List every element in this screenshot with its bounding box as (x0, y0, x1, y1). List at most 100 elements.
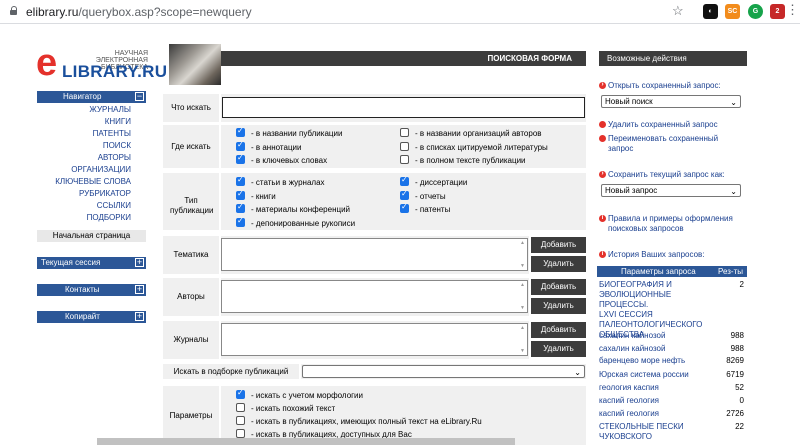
copyright-header[interactable]: Копирайт + (37, 311, 146, 323)
chevron-down-icon: ⌄ (730, 98, 737, 107)
where-fulltext-label: - в полном тексте публикации (415, 156, 526, 165)
what-input[interactable] (222, 97, 585, 118)
contacts-header[interactable]: Контакты + (37, 284, 146, 296)
nav-rubricator[interactable]: РУБРИКАТОР (37, 188, 131, 200)
where-refs-checkbox[interactable] (400, 142, 409, 151)
saved-query-select[interactable]: Новый поиск ⌄ (601, 95, 741, 108)
horizontal-scrollbar[interactable] (97, 438, 515, 445)
nav-keywords[interactable]: КЛЮЧЕВЫЕ СЛОВА (37, 176, 131, 188)
nav-organizations[interactable]: ОРГАНИЗАЦИИ (37, 164, 131, 176)
scrollbar[interactable] (520, 325, 526, 354)
session-header[interactable]: Текущая сессия + (37, 257, 146, 269)
extension-shield-icon[interactable]: 2 (770, 4, 785, 19)
params-label: Параметры (163, 386, 219, 445)
type-articles-label: - статьи в журналах (251, 178, 325, 187)
nav-authors[interactable]: АВТОРЫ (37, 152, 131, 164)
browser-menu-icon[interactable]: ⋮ (786, 2, 799, 18)
lock-icon[interactable] (10, 6, 18, 16)
header-photo (169, 44, 221, 85)
params-similar-checkbox[interactable] (236, 403, 245, 412)
type-label: Тип публикации (163, 173, 219, 230)
bookmark-star-icon[interactable]: ☆ (672, 3, 684, 19)
where-abstract-checkbox[interactable] (236, 140, 245, 151)
type-conferences-checkbox[interactable] (236, 202, 245, 213)
journals-row (221, 321, 529, 359)
params-fulltext-checkbox[interactable] (236, 416, 245, 425)
open-saved-link[interactable]: Открыть сохраненный запрос: (599, 81, 721, 91)
where-abstract-label: - в аннотации (251, 143, 302, 152)
rename-saved-link[interactable]: Переименовать сохраненный запрос (598, 134, 718, 154)
where-orgs-checkbox[interactable] (400, 128, 409, 137)
journals-add-button[interactable]: Добавить (531, 322, 586, 338)
journals-remove-button[interactable]: Удалить (531, 341, 586, 357)
journals-label: Журналы (163, 321, 219, 359)
params-available-checkbox[interactable] (236, 429, 245, 438)
type-conferences-label: - материалы конференций (251, 205, 351, 214)
form-title: ПОИСКОВАЯ ФОРМА (221, 51, 586, 66)
extension-1-icon[interactable]: ◐ (703, 4, 718, 19)
type-dissertations-label: - диссертации (415, 178, 468, 187)
topic-textarea[interactable] (221, 238, 528, 271)
grammarly-icon[interactable]: G (748, 4, 763, 19)
type-manuscripts-checkbox[interactable] (236, 216, 245, 227)
scrollbar[interactable] (520, 282, 526, 311)
address-bar[interactable]: elibrary.ru/querybox.asp?scope=newquery (26, 5, 252, 19)
nav-patents[interactable]: ПАТЕНТЫ (37, 128, 131, 140)
what-row (221, 94, 586, 122)
history-table-header: Параметры запроса Рез-ты (597, 266, 747, 277)
chevron-down-icon: ⌄ (730, 187, 737, 196)
logo-letter: e (36, 42, 58, 84)
where-orgs-label: - в названии организаций авторов (415, 129, 542, 138)
topic-remove-button[interactable]: Удалить (531, 256, 586, 272)
delete-saved-link[interactable]: Удалить сохраненный запрос (599, 120, 718, 130)
where-keywords-checkbox[interactable] (236, 153, 245, 164)
nav-books[interactable]: КНИГИ (37, 116, 131, 128)
type-articles-checkbox[interactable] (236, 175, 245, 186)
authors-textarea[interactable] (221, 280, 528, 313)
params-morphology-checkbox[interactable] (236, 388, 245, 399)
collapse-icon[interactable]: − (135, 92, 144, 101)
rules-link[interactable]: Правила и примеры оформленияпоисковых за… (599, 214, 733, 234)
nav-links[interactable]: ССЫЛКИ (37, 200, 131, 212)
where-row: - в названии публикации - в названии орг… (221, 125, 586, 168)
elibrary-logo[interactable]: НАУЧНАЯ ЭЛЕКТРОННАЯ БИБЛИОТЕКА e LIBRARY.… (36, 44, 167, 82)
where-title-checkbox[interactable] (236, 126, 245, 137)
navigator-header[interactable]: Навигатор − (37, 91, 146, 103)
type-patents-label: - патенты (415, 205, 451, 214)
nav-collections[interactable]: ПОДБОРКИ (37, 212, 131, 224)
scrollbar[interactable] (520, 240, 526, 269)
history-row[interactable]: БИОГЕОГРАФИЯ И ЭВОЛЮЦИОННЫЕ ПРОЦЕССЫ. LX… (599, 280, 746, 339)
collection-row: ⌄ (301, 364, 586, 379)
collection-select[interactable]: ⌄ (302, 365, 585, 378)
authors-remove-button[interactable]: Удалить (531, 298, 586, 314)
save-query-select[interactable]: Новый запрос ⌄ (601, 184, 741, 197)
authors-add-button[interactable]: Добавить (531, 279, 586, 295)
save-current-link[interactable]: Сохранить текущий запрос как: (599, 170, 725, 180)
chevron-down-icon: ⌄ (574, 368, 581, 377)
expand-icon[interactable]: + (135, 312, 144, 321)
type-patents-checkbox[interactable] (400, 202, 409, 213)
history-link[interactable]: История Ваших запросов: (599, 250, 705, 260)
browser-toolbar: elibrary.ru/querybox.asp?scope=newquery … (0, 0, 800, 24)
col-results: Рез-ты (718, 267, 744, 276)
params-similar-label: - искать похожий текст (251, 404, 336, 413)
expand-icon[interactable]: + (135, 258, 144, 267)
nav-search[interactable]: ПОИСК (37, 140, 131, 152)
params-fulltext-label: - искать в публикациях, имеющих полный т… (251, 417, 482, 426)
type-row: - статьи в журналах - диссертации - книг… (221, 173, 586, 230)
type-books-checkbox[interactable] (236, 189, 245, 200)
type-dissertations-checkbox[interactable] (400, 175, 409, 186)
type-reports-checkbox[interactable] (400, 189, 409, 200)
extension-sc-icon[interactable]: SC (725, 4, 740, 19)
where-fulltext-checkbox[interactable] (400, 155, 409, 164)
collection-label: Искать в подборке публикаций (163, 364, 299, 379)
topic-add-button[interactable]: Добавить (531, 237, 586, 253)
col-params: Параметры запроса (621, 267, 696, 276)
journals-textarea[interactable] (221, 323, 528, 356)
where-label: Где искать (163, 125, 219, 168)
expand-icon[interactable]: + (135, 285, 144, 294)
topic-label: Тематика (163, 236, 219, 274)
nav-home-link[interactable]: Начальная страница (37, 230, 146, 242)
nav-journals[interactable]: ЖУРНАЛЫ (37, 104, 131, 116)
params-row: - искать с учетом морфологии - искать по… (221, 386, 586, 445)
